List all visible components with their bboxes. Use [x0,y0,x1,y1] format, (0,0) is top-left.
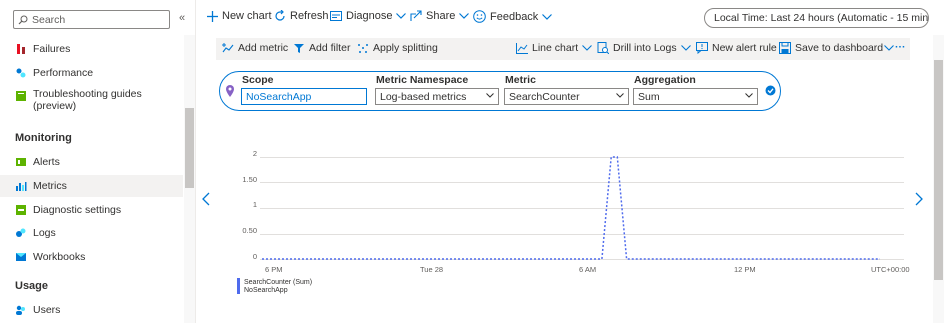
chevron-left-icon[interactable] [202,192,210,206]
legend-series-resource: NoSearchApp [244,287,288,294]
legend-entry[interactable]: SearchCounter (Sum) NoSearchApp [244,279,312,295]
series-line-searchcounter [262,156,880,260]
legend-color-swatch [237,278,240,294]
main-scrollbar-thumb[interactable] [934,60,943,280]
legend-series-name: SearchCounter (Sum) [244,279,313,286]
chart-plot [262,156,880,260]
chevron-right-icon[interactable] [915,192,923,206]
